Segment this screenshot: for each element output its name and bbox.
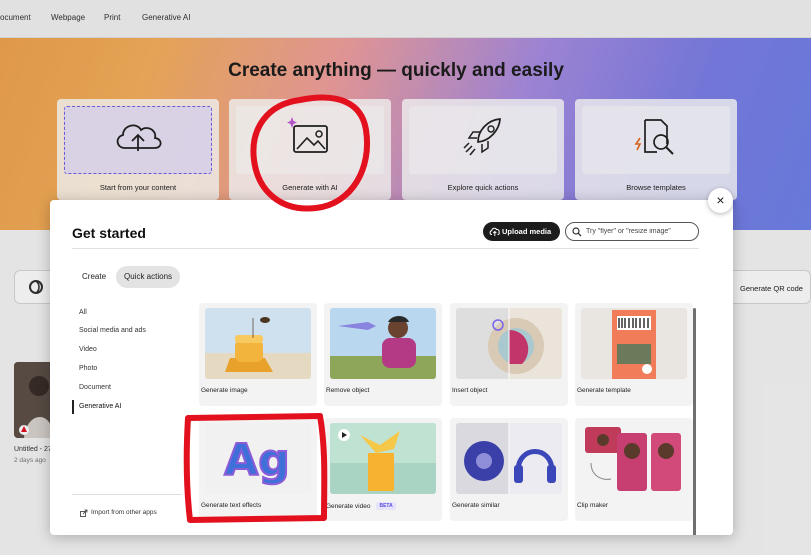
sidebar-item-document[interactable]: Document <box>72 381 111 395</box>
sidebar-item-generative-ai[interactable]: Generative AI <box>72 400 121 414</box>
generate-text-effects-thumbnail: Ag <box>205 423 311 494</box>
generate-similar-thumbnail <box>456 423 562 494</box>
search-icon <box>572 227 582 237</box>
search-input[interactable] <box>586 226 694 237</box>
action-card-generate-template[interactable]: Generate template <box>575 303 693 406</box>
clip-maker-thumbnail <box>581 423 687 494</box>
action-label: Generate similar <box>452 502 500 509</box>
scrollbar[interactable] <box>693 308 696 535</box>
dialog-title: Get started <box>72 225 146 241</box>
generate-video-thumbnail <box>330 423 436 494</box>
action-label: Generate image <box>201 387 248 394</box>
upload-media-button[interactable]: Upload media <box>483 222 560 241</box>
upload-media-label: Upload media <box>502 227 552 236</box>
action-card-remove-object[interactable]: Remove object <box>324 303 442 406</box>
sidebar-item-social-media[interactable]: Social media and ads <box>72 324 146 338</box>
beta-badge: BETA <box>376 502 396 510</box>
action-card-generate-similar[interactable]: Generate similar <box>450 418 568 521</box>
tab-create[interactable]: Create <box>82 266 106 288</box>
remove-object-thumbnail <box>330 308 436 379</box>
sidebar-item-video[interactable]: Video <box>72 343 97 357</box>
action-card-generate-text-effects[interactable]: Ag Generate text effects <box>199 418 317 521</box>
action-card-generate-image[interactable]: Generate image <box>199 303 317 406</box>
header-divider <box>72 248 699 249</box>
svg-text:Ag: Ag <box>224 435 290 486</box>
sidebar-item-photo[interactable]: Photo <box>72 362 97 376</box>
sidebar-divider <box>72 494 182 495</box>
generate-video-label: Generate video <box>326 503 371 510</box>
cloud-upload-icon <box>489 227 500 236</box>
generate-template-thumbnail <box>581 308 687 379</box>
insert-object-thumbnail <box>456 308 562 379</box>
import-label: Import from other apps <box>91 509 157 516</box>
get-started-dialog: Get started Upload media Create Quick ac… <box>50 200 733 535</box>
import-from-other-apps[interactable]: Import from other apps <box>80 509 157 517</box>
action-label: Remove object <box>326 387 370 394</box>
search-field[interactable] <box>565 222 699 241</box>
tab-quick-actions[interactable]: Quick actions <box>116 266 181 288</box>
action-label: Generate video BETA <box>326 502 396 510</box>
action-label: Insert object <box>452 387 488 394</box>
action-label: Generate template <box>577 387 631 394</box>
action-card-clip-maker[interactable]: Clip maker <box>575 418 693 521</box>
action-label: Generate text effects <box>201 502 262 509</box>
close-dialog-button[interactable]: × <box>708 188 733 213</box>
sidebar-item-all[interactable]: All <box>72 306 87 320</box>
action-label: Clip maker <box>577 502 609 509</box>
action-card-generate-video[interactable]: Generate video BETA <box>324 418 442 521</box>
action-card-insert-object[interactable]: Insert object <box>450 303 568 406</box>
generate-image-thumbnail <box>205 308 311 379</box>
import-icon <box>80 509 88 517</box>
